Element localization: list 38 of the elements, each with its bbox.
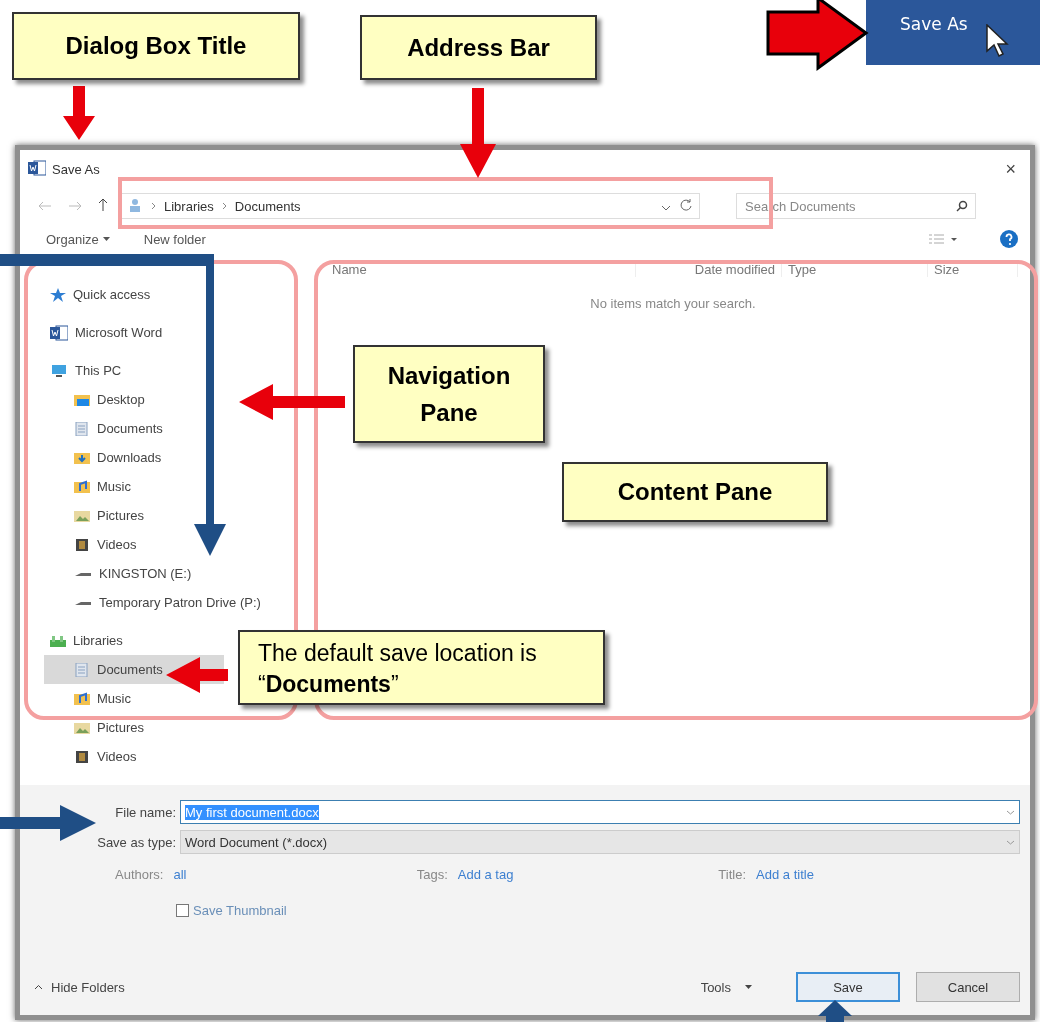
column-header[interactable]: Type — [782, 261, 928, 277]
metadata-link[interactable]: Add a tag — [457, 866, 514, 882]
column-header[interactable]: Date modified — [636, 261, 782, 277]
column-header[interactable]: Name — [326, 261, 636, 277]
save-button[interactable]: Save — [796, 972, 900, 1002]
save-as-button[interactable]: Save As — [866, 0, 1040, 65]
empty-message: No items match your search. — [589, 296, 757, 311]
navigation-item[interactable]: This PC — [44, 356, 224, 385]
cancel-button[interactable]: Cancel — [916, 972, 1020, 1002]
navigation-item[interactable]: Pictures — [44, 713, 224, 742]
close-button[interactable]: × — [999, 158, 1022, 180]
file-type-dropdown[interactable]: Word Document (*.docx) — [180, 830, 1020, 854]
address-bar[interactable]: Libraries Documents — [120, 193, 700, 219]
tools-button[interactable]: Tools — [694, 978, 758, 996]
callout: Address Bar — [360, 15, 597, 80]
navigation-item[interactable]: Videos — [44, 742, 224, 771]
callout: Dialog Box Title — [12, 12, 300, 80]
field-label: File name: — [114, 804, 177, 820]
breadcrumb-item[interactable]: Libraries — [164, 198, 214, 214]
callout: Content Pane — [562, 462, 828, 522]
breadcrumb-item[interactable]: Documents — [234, 198, 301, 214]
metadata-label: Title: — [718, 866, 747, 882]
navigation-item[interactable]: Quick access — [44, 280, 224, 309]
field-label: Save as type: — [96, 834, 177, 850]
metadata-label: Tags: — [416, 866, 448, 882]
metadata-label: Authors: — [115, 866, 164, 882]
organize-button[interactable]: Organize — [44, 229, 112, 249]
navigation-item[interactable]: Temporary Patron Drive (P:) — [44, 588, 267, 617]
callout: The default save location is “Documents” — [238, 630, 605, 705]
window-title: Save As — [52, 161, 101, 177]
metadata-link[interactable]: Add a title — [756, 866, 814, 882]
navigation-item[interactable]: Libraries — [44, 626, 224, 655]
callout: Navigation Pane — [353, 345, 545, 443]
column-header[interactable]: Size — [928, 261, 1018, 277]
hide-folders-button[interactable]: Hide Folders — [34, 979, 125, 995]
new-folder-button[interactable]: New folder — [141, 229, 208, 249]
navigation-item[interactable]: KINGSTON (E:) — [44, 559, 224, 588]
metadata-link[interactable]: all — [173, 866, 187, 882]
